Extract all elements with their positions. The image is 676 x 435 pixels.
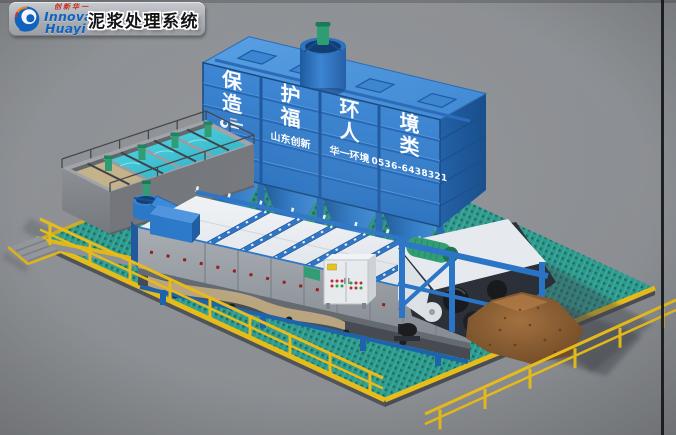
- plant-3d-scene: 保 造 护 福 山东创新 环 人 华一环境 境 类 0536-6438321: [0, 0, 676, 435]
- render-canvas: 保 造 护 福 山东创新 环 人 华一环境 境 类 0536-6438321: [0, 0, 676, 435]
- viewport-edge-line: [661, 0, 664, 435]
- vignette: [0, 0, 676, 435]
- system-title: 泥浆处理系统: [88, 7, 199, 32]
- huayi-swirl-logo-icon: [13, 5, 41, 33]
